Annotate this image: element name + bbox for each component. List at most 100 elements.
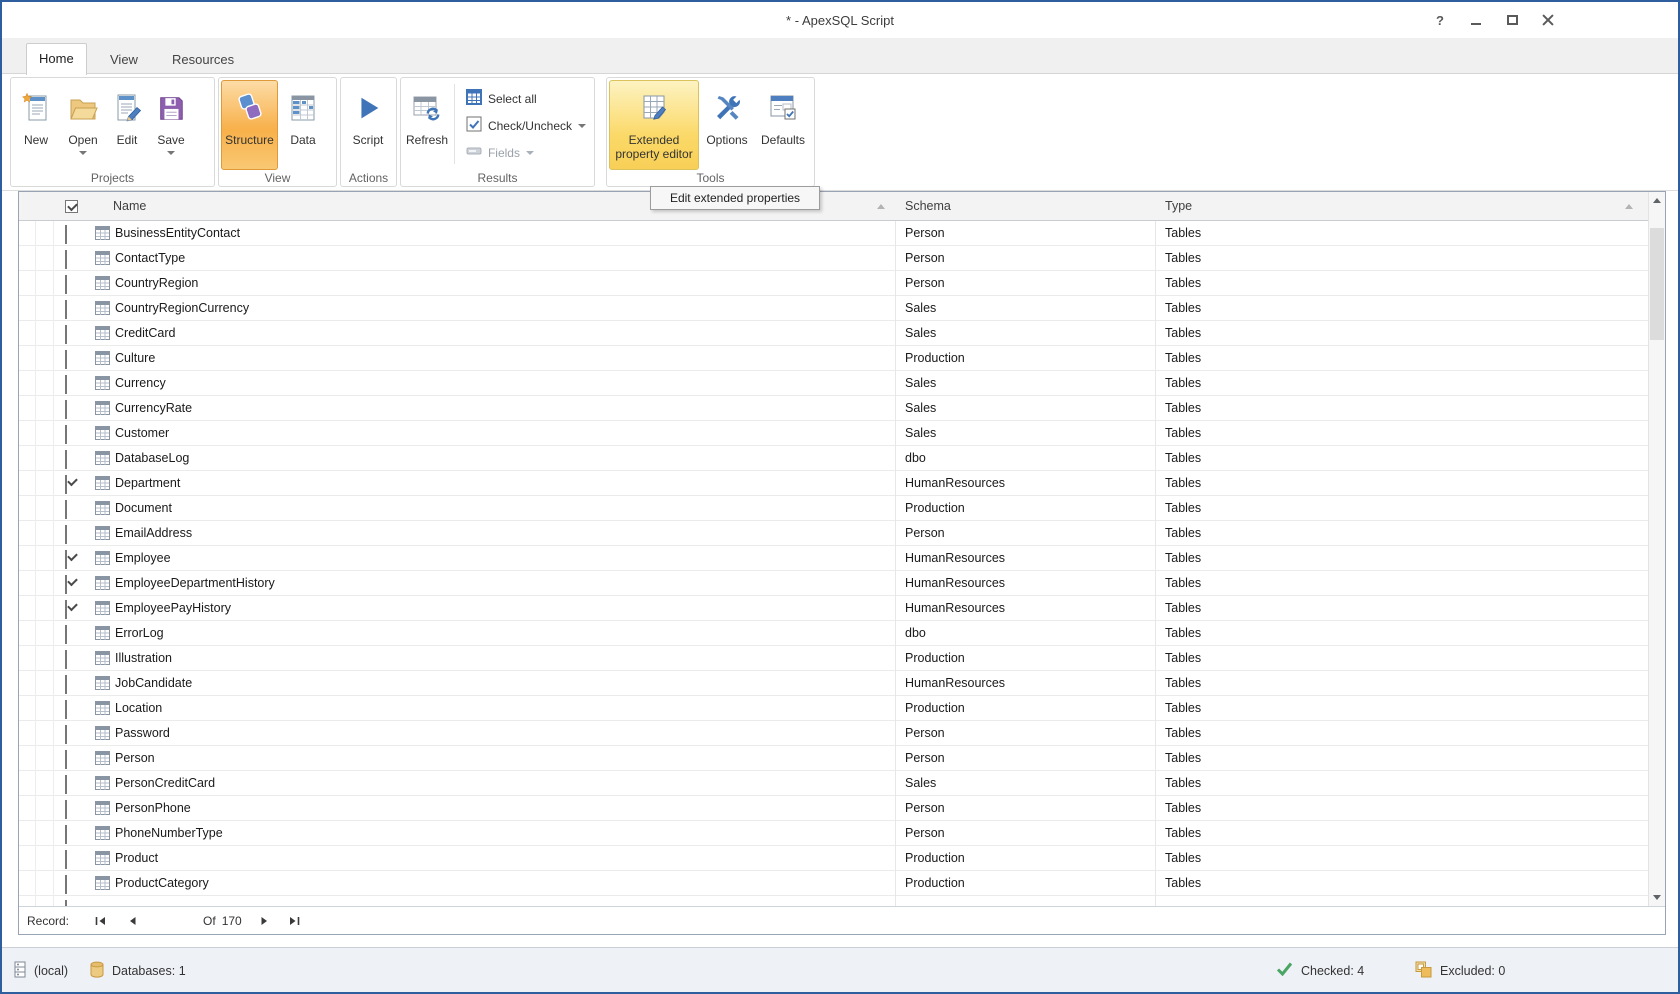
- table-row[interactable]: BusinessEntityContact Person Tables: [19, 221, 1648, 246]
- edit-document-icon: [111, 88, 143, 128]
- tab-view[interactable]: View: [98, 45, 150, 74]
- table-row[interactable]: PersonPhone Person Tables: [19, 796, 1648, 821]
- table-row[interactable]: CreditCard Sales Tables: [19, 321, 1648, 346]
- last-record-button[interactable]: [286, 912, 304, 930]
- row-checkbox[interactable]: [65, 850, 67, 869]
- row-checkbox[interactable]: [65, 450, 67, 469]
- options-button-label: Options: [706, 133, 748, 147]
- data-button[interactable]: Data: [278, 80, 328, 170]
- table-row[interactable]: CurrencyRate Sales Tables: [19, 396, 1648, 421]
- tab-home[interactable]: Home: [26, 43, 87, 75]
- table-row[interactable]: EmailAddress Person Tables: [19, 521, 1648, 546]
- table-row[interactable]: JobCandidate HumanResources Tables: [19, 671, 1648, 696]
- row-checkbox[interactable]: [65, 775, 67, 794]
- table-row[interactable]: Department HumanResources Tables: [19, 471, 1648, 496]
- vertical-scrollbar[interactable]: [1648, 192, 1665, 906]
- row-checkbox[interactable]: [65, 625, 67, 644]
- scroll-down-button[interactable]: [1649, 889, 1665, 906]
- tooltip: Edit extended properties: [650, 186, 820, 210]
- fields-button[interactable]: Fields: [458, 139, 592, 166]
- table-row[interactable]: ErrorLog dbo Tables: [19, 621, 1648, 646]
- table-row[interactable]: Location Production Tables: [19, 696, 1648, 721]
- row-checkbox[interactable]: [65, 800, 67, 819]
- new-button[interactable]: New: [13, 80, 59, 170]
- table-row[interactable]: Currency Sales Tables: [19, 371, 1648, 396]
- table-row[interactable]: EmployeeDepartmentHistory HumanResources…: [19, 571, 1648, 596]
- table-row[interactable]: Product Production Tables: [19, 846, 1648, 871]
- scroll-up-button[interactable]: [1649, 192, 1665, 209]
- refresh-button[interactable]: Refresh: [403, 80, 451, 170]
- table-row[interactable]: ContactType Person Tables: [19, 246, 1648, 271]
- row-checkbox[interactable]: [65, 400, 67, 419]
- table-row[interactable]: DatabaseLog dbo Tables: [19, 446, 1648, 471]
- new-button-label: New: [23, 133, 48, 147]
- header-checkbox[interactable]: [65, 200, 78, 213]
- maximize-button[interactable]: [1504, 12, 1520, 28]
- table-row[interactable]: Illustration Production Tables: [19, 646, 1648, 671]
- table-row[interactable]: Password Person Tables: [19, 721, 1648, 746]
- checked-count: Checked: 4: [1301, 963, 1365, 978]
- table-row[interactable]: Employee HumanResources Tables: [19, 546, 1648, 571]
- row-checkbox[interactable]: [65, 875, 67, 894]
- table-row[interactable]: Culture Production Tables: [19, 346, 1648, 371]
- grid-rows: BusinessEntityContact Person Tables Cont…: [19, 221, 1648, 906]
- table-row[interactable]: CountryRegionCurrency Sales Tables: [19, 296, 1648, 321]
- help-button[interactable]: ?: [1432, 12, 1448, 28]
- row-checkbox[interactable]: [65, 275, 67, 294]
- defaults-button[interactable]: Defaults: [755, 80, 811, 170]
- save-button[interactable]: Save: [147, 80, 195, 170]
- row-checkbox[interactable]: [65, 750, 67, 769]
- row-checkbox[interactable]: [65, 350, 67, 369]
- row-checkbox[interactable]: [65, 600, 67, 619]
- table-row[interactable]: PhoneNumberType Person Tables: [19, 821, 1648, 846]
- row-checkbox[interactable]: [65, 825, 67, 844]
- close-button[interactable]: [1540, 12, 1556, 28]
- table-row[interactable]: CountryRegion Person Tables: [19, 271, 1648, 296]
- table-row[interactable]: PersonCreditCard Sales Tables: [19, 771, 1648, 796]
- row-schema: dbo: [905, 626, 926, 640]
- check-uncheck-button[interactable]: Check/Uncheck: [458, 112, 592, 139]
- extended-property-editor-button[interactable]: Extended property editor: [609, 80, 699, 170]
- row-checkbox[interactable]: [65, 725, 67, 744]
- row-checkbox[interactable]: [65, 325, 67, 344]
- row-checkbox[interactable]: [65, 375, 67, 394]
- row-checkbox[interactable]: [65, 300, 67, 319]
- row-checkbox[interactable]: [65, 675, 67, 694]
- row-checkbox[interactable]: [65, 575, 67, 594]
- row-name: PhoneNumberType: [115, 826, 223, 840]
- script-button[interactable]: Script: [343, 80, 393, 170]
- row-checkbox[interactable]: [65, 475, 67, 494]
- row-checkbox[interactable]: [65, 250, 67, 269]
- row-checkbox[interactable]: [65, 500, 67, 519]
- previous-record-button[interactable]: [123, 912, 141, 930]
- open-button[interactable]: Open: [59, 80, 107, 170]
- table-icon: [95, 851, 110, 870]
- row-checkbox[interactable]: [65, 650, 67, 669]
- next-record-button[interactable]: [256, 912, 274, 930]
- tab-resources[interactable]: Resources: [160, 45, 246, 74]
- row-checkbox[interactable]: [65, 225, 67, 244]
- column-header-type[interactable]: Type: [1165, 192, 1192, 220]
- row-checkbox[interactable]: [65, 425, 67, 444]
- row-schema: Sales: [905, 301, 937, 315]
- row-schema: dbo: [905, 451, 926, 465]
- row-checkbox[interactable]: [65, 550, 67, 569]
- select-all-button[interactable]: Select all: [458, 85, 592, 112]
- row-type: Tables: [1165, 351, 1202, 365]
- table-row[interactable]: Customer Sales Tables: [19, 421, 1648, 446]
- structure-button[interactable]: Structure: [221, 80, 278, 170]
- table-row[interactable]: Person Person Tables: [19, 746, 1648, 771]
- row-checkbox[interactable]: [65, 525, 67, 544]
- minimize-button[interactable]: [1468, 12, 1484, 28]
- options-button[interactable]: Options: [699, 80, 755, 170]
- table-row[interactable]: ProductCategory Production Tables: [19, 871, 1648, 896]
- first-record-button[interactable]: [91, 912, 109, 930]
- edit-button[interactable]: Edit: [107, 80, 147, 170]
- table-row[interactable]: EmployeePayHistory HumanResources Tables: [19, 596, 1648, 621]
- scrollbar-thumb[interactable]: [1650, 228, 1664, 340]
- row-type: Tables: [1165, 851, 1202, 865]
- table-row[interactable]: Document Production Tables: [19, 496, 1648, 521]
- row-checkbox[interactable]: [65, 700, 67, 719]
- column-header-name[interactable]: Name: [113, 192, 146, 220]
- column-header-schema[interactable]: Schema: [905, 192, 951, 220]
